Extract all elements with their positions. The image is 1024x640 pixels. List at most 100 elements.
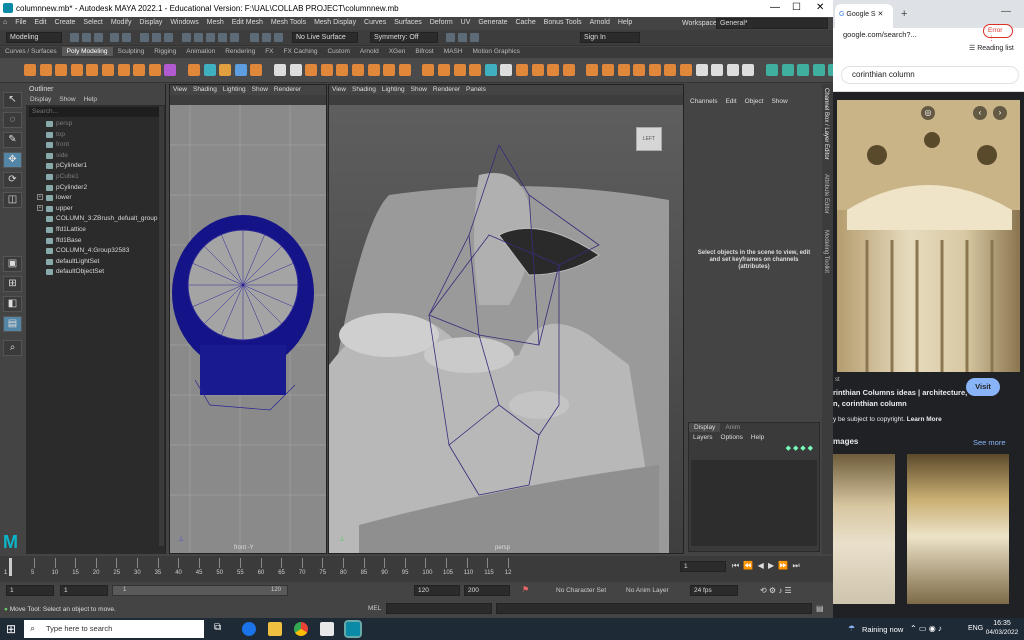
sign-in-dropdown[interactable]: Sign In (580, 32, 640, 43)
menu-cache[interactable]: Cache (512, 17, 538, 28)
reading-list-button[interactable]: ☰ Reading list (969, 44, 1014, 52)
shelf-tool-icon[interactable] (726, 64, 739, 76)
scale-tool-icon[interactable]: ◫ (3, 192, 22, 208)
front-menu-shading[interactable]: Shading (190, 85, 220, 94)
shelf-tool-icon[interactable] (289, 64, 302, 76)
layer-buttons[interactable]: ◆ ◆ ◆ ◆ (689, 444, 819, 458)
move-tool-icon[interactable]: ✥ (3, 152, 22, 168)
menu-help[interactable]: Help (615, 17, 635, 28)
input-language[interactable]: ENG (968, 625, 983, 632)
taskbar-search-input[interactable]: Type here to search (24, 620, 204, 638)
channel-menu-object[interactable]: Object (741, 96, 768, 107)
four-view-layout-icon[interactable]: ⊞ (3, 276, 22, 292)
shelf-tab-xgen[interactable]: XGen (384, 47, 411, 56)
shelf-tool-icon[interactable] (188, 64, 200, 76)
snap-point-icon[interactable] (206, 33, 215, 42)
viewcube[interactable]: LEFT (636, 127, 662, 151)
shelf-tool-icon[interactable] (234, 64, 247, 76)
layer-tab-display[interactable]: Display (689, 423, 721, 432)
shelf-tool-icon[interactable] (250, 64, 263, 76)
next-image-icon[interactable]: › (993, 106, 1007, 120)
outliner-item[interactable]: defaultObjectSet (26, 267, 165, 278)
menu-file[interactable]: File (12, 17, 29, 28)
weather-icon[interactable]: ☂ (848, 624, 855, 633)
shelf-tool-icon[interactable] (133, 64, 146, 76)
learn-more-link[interactable]: Learn More (907, 416, 942, 423)
task-view-icon[interactable]: ⧉ (214, 622, 221, 633)
persp-menu-view[interactable]: View (329, 85, 349, 94)
shelf-tool-icon[interactable] (219, 64, 232, 76)
profile-error-button[interactable]: Error ⋮ (983, 24, 1013, 42)
visit-button[interactable]: Visit (966, 378, 1000, 396)
grid-icon[interactable] (446, 33, 455, 42)
outliner-item[interactable]: ffd1Base (26, 236, 165, 247)
menu-surfaces[interactable]: Surfaces (391, 17, 425, 28)
snap-view-icon[interactable] (218, 33, 227, 42)
layer-menu-layers[interactable]: Layers (689, 432, 717, 443)
shelf-tool-icon[interactable] (469, 64, 482, 76)
save-scene-icon[interactable] (94, 33, 103, 42)
range-slider[interactable]: 1 120 (112, 585, 288, 596)
menu-curves[interactable]: Curves (361, 17, 389, 28)
outliner-menu-show[interactable]: Show (55, 95, 79, 104)
shelf-tab-sculpting[interactable]: Sculpting (113, 47, 150, 56)
shelf-tool-icon[interactable] (320, 64, 333, 76)
history-icon[interactable] (250, 33, 259, 42)
related-image-2[interactable] (907, 454, 1009, 604)
shelf-tool-icon[interactable] (438, 64, 450, 76)
select-object-icon[interactable] (152, 33, 161, 42)
home-icon[interactable]: ⌂ (0, 17, 10, 28)
result-source[interactable]: st (835, 377, 840, 383)
outliner-item[interactable]: COLUMN_3:ZBrush_defualt_group (26, 214, 165, 225)
shelf-tool-icon[interactable] (562, 64, 575, 76)
shelf-tool-icon[interactable] (422, 64, 435, 76)
open-scene-icon[interactable] (82, 33, 91, 42)
outliner-search-input[interactable]: Search... (29, 107, 162, 117)
shelf-tab-curves-surfaces[interactable]: Curves / Surfaces (0, 47, 62, 56)
shelf-tool-icon[interactable] (336, 64, 349, 76)
single-perspective-layout-icon[interactable]: ▣ (3, 256, 22, 272)
shelf-tab-rendering[interactable]: Rendering (220, 47, 260, 56)
system-tray-icons[interactable]: ⌃ ▭ ◉ ♪ (910, 624, 942, 633)
shelf-tool-icon[interactable] (102, 64, 114, 76)
zoom-icon[interactable]: ⌕ (3, 340, 22, 356)
shelf-tab-animation[interactable]: Animation (181, 47, 220, 56)
lens-search-icon[interactable]: ◎ (921, 106, 935, 120)
file-explorer-icon[interactable] (268, 622, 282, 636)
shelf-tool-icon[interactable] (547, 64, 560, 76)
persp-viewport-canvas[interactable]: LEFT persp ⊥ (329, 105, 683, 553)
redo-icon[interactable] (122, 33, 131, 42)
layer-menu-help[interactable]: Help (747, 432, 768, 443)
outliner-item[interactable]: pCylinder2 (26, 183, 165, 194)
see-more-link[interactable]: See more (973, 438, 1006, 447)
shelf-tool-icon[interactable] (148, 64, 161, 76)
outliner-item[interactable]: top (26, 130, 165, 141)
shelf-tool-icon[interactable] (305, 64, 318, 76)
snipping-tool-icon[interactable] (320, 622, 334, 636)
menu-arnold[interactable]: Arnold (587, 17, 613, 28)
script-editor-icon[interactable]: ▤ (816, 604, 824, 613)
current-time-marker[interactable] (9, 558, 12, 576)
close-button[interactable]: ✕ (816, 2, 824, 13)
front-menu-lighting[interactable]: Lighting (220, 85, 249, 94)
snap-surface-icon[interactable] (230, 33, 239, 42)
front-menu-renderer[interactable]: Renderer (271, 85, 304, 94)
start-time-field[interactable]: 1 (6, 585, 54, 596)
shelf-tool-icon[interactable] (39, 64, 52, 76)
playback-start-field[interactable]: 1 (60, 585, 108, 596)
outliner-scrollbar[interactable] (159, 106, 164, 546)
shelf-tool-icon[interactable] (664, 64, 677, 76)
shelf-tab-mash[interactable]: MASH (439, 47, 468, 56)
menu-edit-mesh[interactable]: Edit Mesh (229, 17, 266, 28)
shelf-tool-icon[interactable] (633, 64, 646, 76)
shelf-tool-icon[interactable] (453, 64, 466, 76)
snap-curve-icon[interactable] (194, 33, 203, 42)
channel-menu-edit[interactable]: Edit (721, 96, 740, 107)
shelf-tool-icon[interactable] (531, 64, 544, 76)
maya-taskbar-icon[interactable] (344, 620, 362, 638)
new-tab-button[interactable]: + (901, 8, 907, 20)
camera-icon[interactable] (458, 33, 467, 42)
expand-toggle-icon[interactable]: + (37, 194, 43, 201)
shelf-tool-icon[interactable] (711, 64, 724, 76)
menu-mesh[interactable]: Mesh (204, 17, 227, 28)
